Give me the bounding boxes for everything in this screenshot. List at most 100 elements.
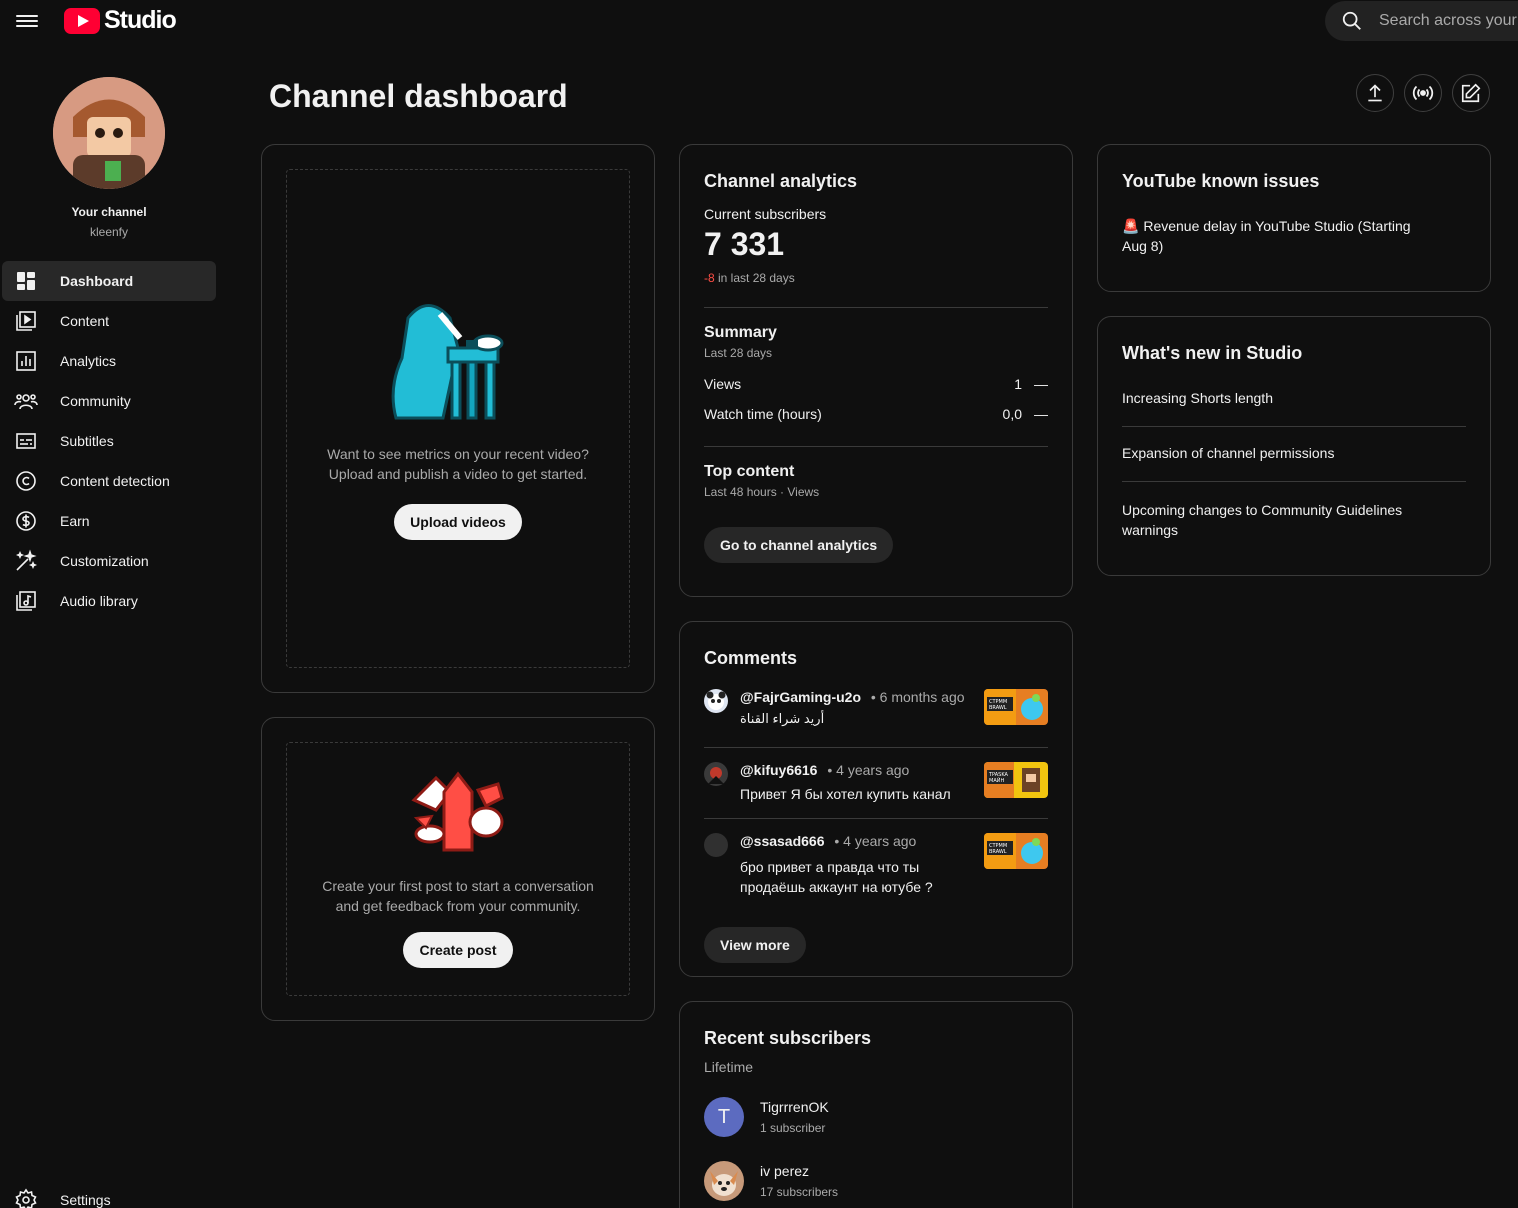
post-hint: Create your first post to start a conver… xyxy=(322,876,594,916)
sidebar-item-label: Audio library xyxy=(60,593,138,609)
metric-row-views: Views 1 — xyxy=(704,376,1048,392)
sidebar-item-audio-library[interactable]: Audio library xyxy=(2,581,216,621)
subscribers-change: -8 in last 28 days xyxy=(704,271,1048,285)
known-issue-text[interactable]: Revenue delay in YouTube Studio (Startin… xyxy=(1122,218,1411,254)
sidebar-item-label: Customization xyxy=(60,553,149,569)
microscope-illustration-icon xyxy=(391,303,504,419)
siren-icon: 🚨 xyxy=(1122,218,1140,234)
divider xyxy=(704,747,1048,748)
subscriber-item[interactable]: iv perez 17 subscribers xyxy=(704,1161,1048,1201)
sidebar-item-community[interactable]: Community xyxy=(2,381,216,421)
sidebar-item-label: Dashboard xyxy=(60,273,134,289)
channel-avatar[interactable] xyxy=(53,77,165,189)
analytics-title: Channel analytics xyxy=(704,171,858,191)
comment-author[interactable]: @FajrGaming-u2o xyxy=(740,689,861,705)
upload-videos-button[interactable]: Upload videos xyxy=(394,503,522,540)
upload-button[interactable] xyxy=(1356,74,1394,112)
analytics-icon xyxy=(16,351,36,371)
sidebar-item-dashboard[interactable]: Dashboard xyxy=(2,261,216,301)
go-live-button[interactable] xyxy=(1404,74,1442,112)
upload-card: Want to see metrics on your recent video… xyxy=(261,144,655,693)
channel-analytics-card: Channel analytics Current subscribers 7 … xyxy=(679,144,1073,597)
channel-handle: kleenfy xyxy=(89,225,129,239)
summary-period: Last 28 days xyxy=(704,346,773,360)
sidebar: Your channel kleenfy Dashboard Content A… xyxy=(0,60,230,1208)
top-bar: Studio xyxy=(0,0,1518,44)
subscriber-avatar[interactable]: T xyxy=(704,1097,744,1137)
subscriber-name[interactable]: iv perez xyxy=(760,1163,838,1179)
whats-new-title: What's new in Studio xyxy=(1122,343,1303,363)
comment-item[interactable]: @FajrGaming-u2o • 6 months ago أريد شراء… xyxy=(704,689,1048,747)
copyright-icon xyxy=(16,471,36,491)
upload-placeholder: Want to see metrics on your recent video… xyxy=(286,169,630,668)
divider xyxy=(1122,481,1466,482)
svg-text:BRAWL: BRAWL xyxy=(989,849,1007,855)
sidebar-item-label: Content detection xyxy=(60,473,170,489)
commenter-avatar[interactable] xyxy=(704,689,728,713)
view-more-comments-button[interactable]: View more xyxy=(704,927,806,963)
sidebar-item-customization[interactable]: Customization xyxy=(2,541,216,581)
upload-icon xyxy=(1368,84,1382,102)
comment-item[interactable]: @ssasad666 • 4 years ago бро привет а пр… xyxy=(704,833,1048,909)
subscriber-item[interactable]: T TigrrrenOK 1 subscriber xyxy=(704,1097,1048,1137)
whats-new-item[interactable]: Expansion of channel permissions xyxy=(1122,445,1466,473)
metric-row-watch-time: Watch time (hours) 0,0 — xyxy=(704,406,1048,422)
commenter-avatar[interactable] xyxy=(704,833,728,857)
comment-author[interactable]: @kifuy6616 xyxy=(740,762,817,778)
sidebar-item-content-detection[interactable]: Content detection xyxy=(2,461,216,501)
divider xyxy=(704,818,1048,819)
post-illustration-icon xyxy=(411,771,504,852)
sidebar-item-settings[interactable]: Settings xyxy=(14,1188,111,1208)
live-icon xyxy=(1412,85,1434,101)
dollar-icon xyxy=(16,511,36,531)
your-channel-label: Your channel xyxy=(71,205,147,219)
magic-wand-icon xyxy=(15,549,38,571)
subscriber-name[interactable]: TigrrrenOK xyxy=(760,1099,829,1115)
metric-label: Watch time (hours) xyxy=(704,406,822,422)
divider xyxy=(1122,426,1466,427)
youtube-play-icon xyxy=(64,7,100,34)
dashboard-icon xyxy=(17,272,35,290)
search-input[interactable] xyxy=(1379,12,1518,30)
known-issue-item[interactable]: 🚨 Revenue delay in YouTube Studio (Start… xyxy=(1122,216,1422,256)
recent-subscribers-card: Recent subscribers Lifetime T TigrrrenOK… xyxy=(679,1001,1073,1208)
sidebar-item-subtitles[interactable]: Subtitles xyxy=(2,421,216,461)
page-title: Channel dashboard xyxy=(269,78,568,114)
known-issues-card: YouTube known issues 🚨 Revenue delay in … xyxy=(1097,144,1491,292)
sidebar-item-earn[interactable]: Earn xyxy=(2,501,216,541)
metric-trend: — xyxy=(1034,376,1048,392)
studio-logo[interactable]: Studio xyxy=(64,6,177,35)
audio-library-icon xyxy=(16,591,36,611)
subscribers-count: 7 331 xyxy=(704,226,785,262)
logo-text: Studio xyxy=(104,6,177,34)
video-thumbnail[interactable]: CTPMM BRAWL xyxy=(984,689,1048,725)
upload-hint-line: Want to see metrics on your recent video… xyxy=(327,445,589,462)
commenter-avatar[interactable] xyxy=(704,762,728,786)
search-icon xyxy=(1342,11,1361,30)
post-hint-line: and get feedback from your community. xyxy=(335,898,581,914)
video-thumbnail[interactable]: CTPMM BRAWL xyxy=(984,833,1048,869)
comment-author[interactable]: @ssasad666 xyxy=(740,833,825,849)
search-bar[interactable] xyxy=(1325,1,1518,41)
subscriber-info: TigrrrenOK 1 subscriber xyxy=(760,1099,829,1135)
create-post-header-button[interactable] xyxy=(1452,74,1490,112)
post-hint-line: Create your first post to start a conver… xyxy=(322,878,594,894)
sidebar-item-label: Content xyxy=(60,313,110,329)
comment-item[interactable]: @kifuy6616 • 4 years ago Привет Я бы хот… xyxy=(704,762,1048,818)
sidebar-item-analytics[interactable]: Analytics xyxy=(2,341,216,381)
comments-card: Comments @FajrGaming-u2o • 6 months ago … xyxy=(679,621,1073,977)
post-placeholder: Create your first post to start a conver… xyxy=(286,742,630,996)
menu-icon[interactable] xyxy=(16,12,38,30)
sidebar-item-content[interactable]: Content xyxy=(2,301,216,341)
whats-new-item[interactable]: Increasing Shorts length xyxy=(1122,390,1466,418)
community-icon xyxy=(14,394,38,410)
whats-new-item[interactable]: Upcoming changes to Community Guidelines… xyxy=(1122,500,1422,540)
metric-value: 1 xyxy=(1014,376,1022,392)
create-post-button[interactable]: Create post xyxy=(403,932,513,968)
subscriber-info: iv perez 17 subscribers xyxy=(760,1163,838,1199)
subscriber-avatar[interactable] xyxy=(704,1161,744,1201)
whats-new-card: What's new in Studio Increasing Shorts l… xyxy=(1097,316,1491,576)
gear-icon xyxy=(15,1188,37,1208)
video-thumbnail[interactable]: TPASKA MAЙН xyxy=(984,762,1048,798)
go-to-analytics-button[interactable]: Go to channel analytics xyxy=(704,527,894,563)
